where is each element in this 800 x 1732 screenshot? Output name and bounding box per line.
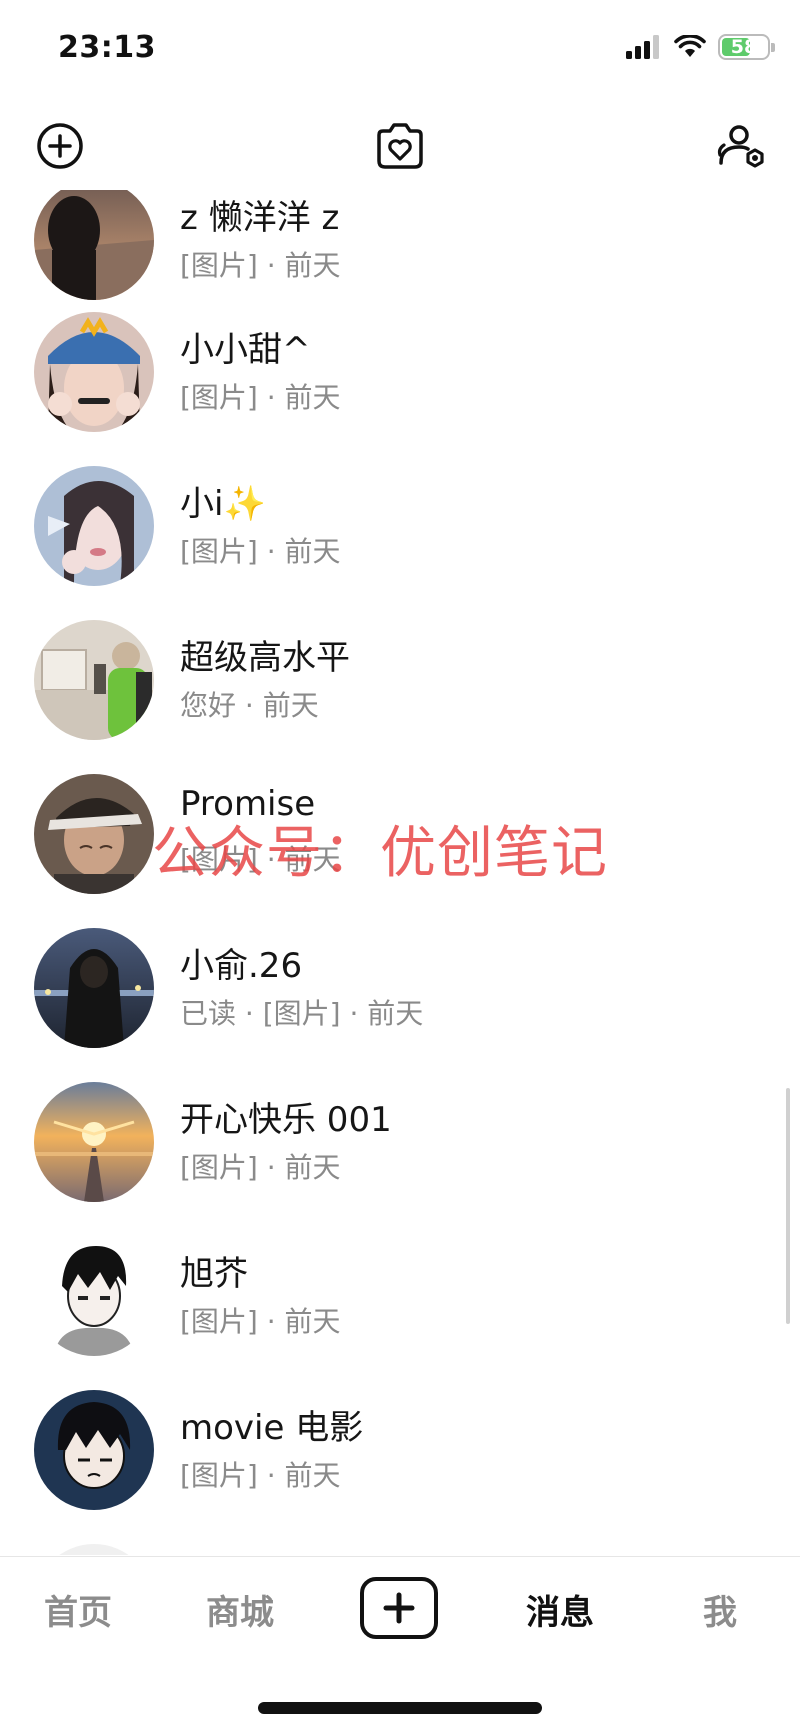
status-bar: 23:13 58 <box>0 0 800 100</box>
conversation-name: z 懒洋洋 z <box>180 198 340 238</box>
conversation-preview: [图片] · 前天 <box>180 381 341 414</box>
conversation-preview: 已读 · [图片] · 前天 <box>180 997 424 1030</box>
conversation-name: 小i✨ <box>180 484 266 524</box>
contacts-settings-icon <box>717 125 764 168</box>
conversation-preview: [图片] · 前天 <box>180 249 341 282</box>
plus-icon <box>383 1592 415 1624</box>
avatar <box>34 1544 154 1555</box>
status-time: 23:13 <box>58 30 156 65</box>
avatar <box>34 312 154 432</box>
heart-camera-button[interactable] <box>372 118 428 174</box>
publish-button[interactable] <box>360 1577 438 1639</box>
watermark-text: 公众号：优创笔记 <box>152 821 608 886</box>
conversation-preview: [图片] · 前天 <box>180 1459 341 1492</box>
avatar <box>34 928 154 1048</box>
avatar <box>34 190 154 300</box>
avatar <box>34 774 154 894</box>
avatar <box>34 1082 154 1202</box>
conversation-preview: [图片] · 前天 <box>180 535 341 568</box>
bottom-tab-bar: 首页 商城 消息 我 <box>0 1556 800 1666</box>
tab-me[interactable]: 我 <box>660 1585 780 1634</box>
home-indicator <box>258 1702 542 1714</box>
conversation-name: 小俞.26 <box>180 946 303 986</box>
status-icons: 58 <box>626 34 775 60</box>
conversation-preview: 您好 · 前天 <box>180 689 319 722</box>
signal-icon <box>626 35 662 59</box>
conversation-item-partial[interactable] <box>0 1544 800 1555</box>
conversation-item[interactable]: 旭芥 [图片] · 前天 <box>0 1236 800 1390</box>
avatar <box>34 620 154 740</box>
avatar <box>34 466 154 586</box>
conversation-name: 小小甜^ <box>180 330 311 370</box>
top-nav <box>0 100 800 190</box>
conversation-item[interactable]: 小俞.26 已读 · [图片] · 前天 <box>0 928 800 1082</box>
scrollbar[interactable] <box>786 1088 790 1324</box>
tab-home[interactable]: 首页 <box>18 1585 138 1634</box>
add-button[interactable] <box>32 118 88 174</box>
conversation-item[interactable]: 超级高水平 您好 · 前天 <box>0 620 800 774</box>
tab-messages[interactable]: 消息 <box>500 1585 620 1634</box>
contacts-settings-button[interactable] <box>714 118 770 174</box>
conversation-preview: [图片] · 前天 <box>180 1305 341 1338</box>
add-circle-icon <box>37 123 83 169</box>
conversation-name: 开心快乐 001 <box>180 1100 392 1140</box>
wifi-icon <box>674 35 706 59</box>
conversation-preview: [图片] · 前天 <box>180 1151 341 1184</box>
conversation-item[interactable]: 小i✨ [图片] · 前天 <box>0 466 800 620</box>
conversation-name: 旭芥 <box>180 1254 248 1294</box>
avatar <box>34 1390 154 1510</box>
avatar <box>34 1236 154 1356</box>
battery-icon: 58 <box>718 34 775 60</box>
conversation-item[interactable]: 小小甜^ [图片] · 前天 <box>0 312 800 466</box>
heart-camera-icon <box>377 123 423 169</box>
conversation-item[interactable]: 开心快乐 001 [图片] · 前天 <box>0 1082 800 1236</box>
conversation-name: 超级高水平 <box>180 638 350 678</box>
battery-percent: 58 <box>730 36 758 58</box>
conversation-item[interactable]: movie 电影 [图片] · 前天 <box>0 1390 800 1544</box>
battery-cap <box>771 43 775 52</box>
tab-mall[interactable]: 商城 <box>180 1585 300 1634</box>
conversation-name: movie 电影 <box>180 1408 364 1448</box>
